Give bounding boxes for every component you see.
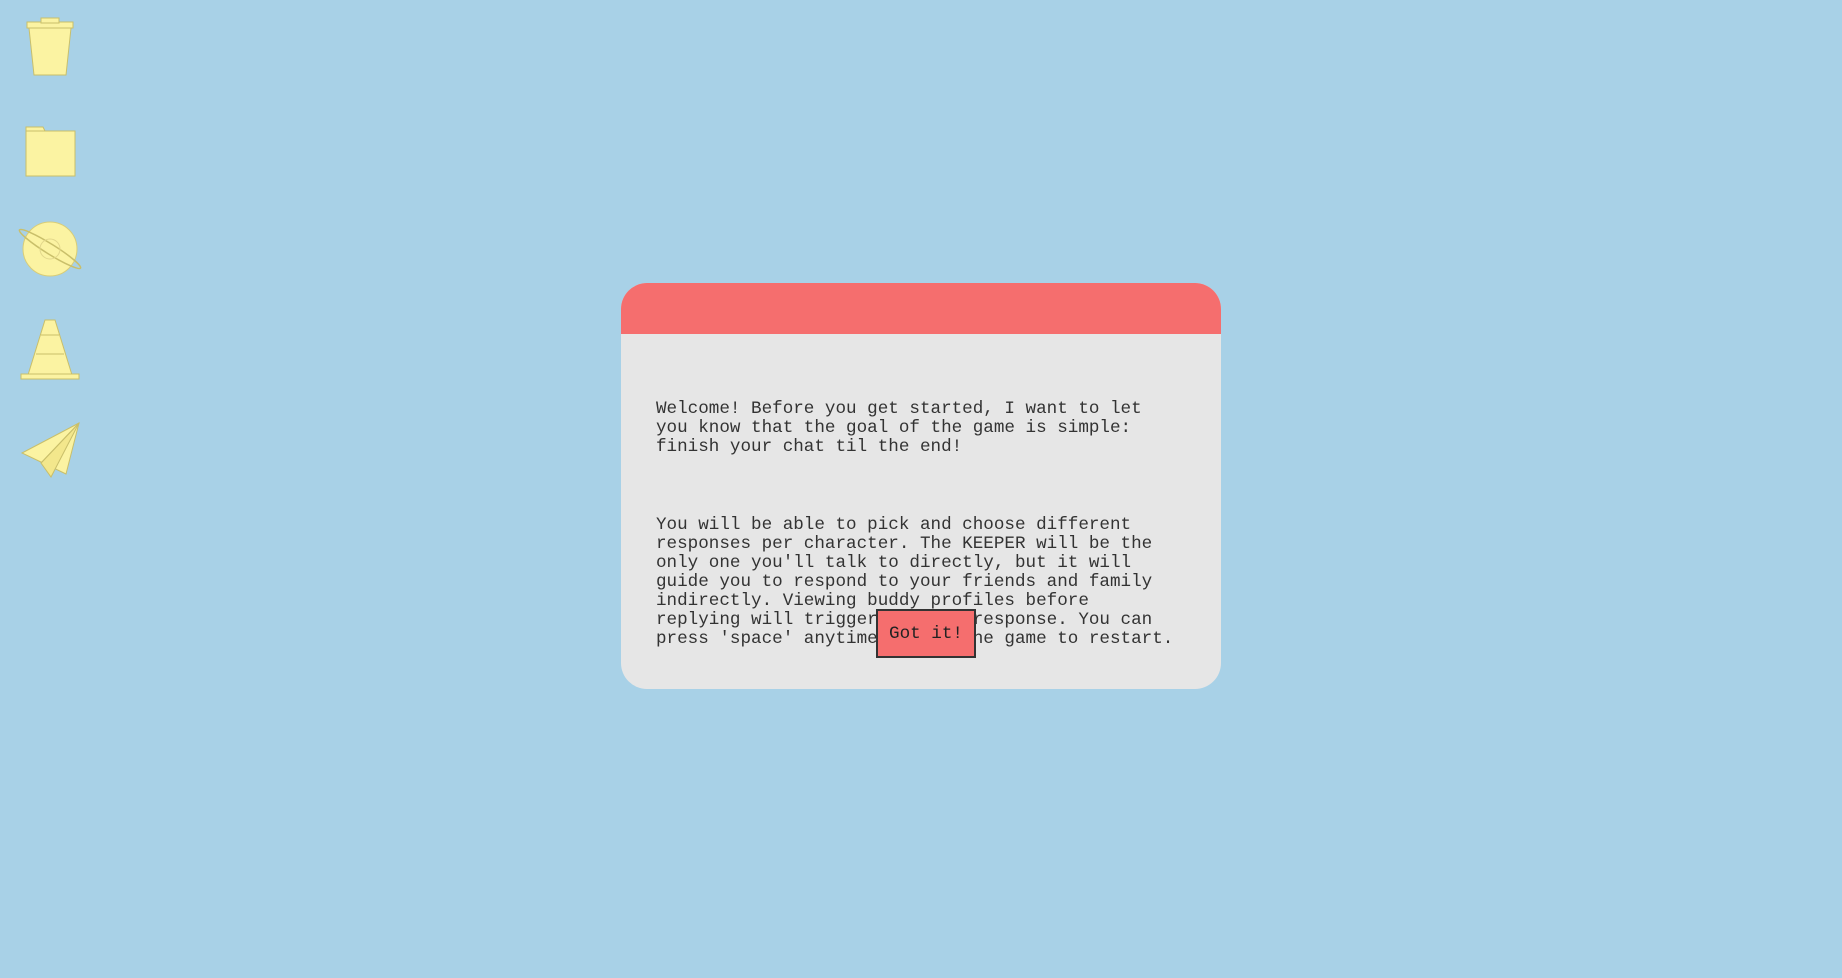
planet-icon[interactable] [14,214,86,286]
got-it-button[interactable]: Got it! [876,609,976,658]
paper-plane-icon[interactable] [14,414,86,486]
welcome-dialog: Welcome! Before you get started, I want … [621,283,1221,689]
trash-icon[interactable] [14,14,86,86]
dialog-titlebar [621,283,1221,334]
welcome-paragraph: Welcome! Before you get started, I want … [656,399,1142,457]
folder-icon[interactable] [14,114,86,186]
traffic-cone-icon[interactable] [14,314,86,386]
